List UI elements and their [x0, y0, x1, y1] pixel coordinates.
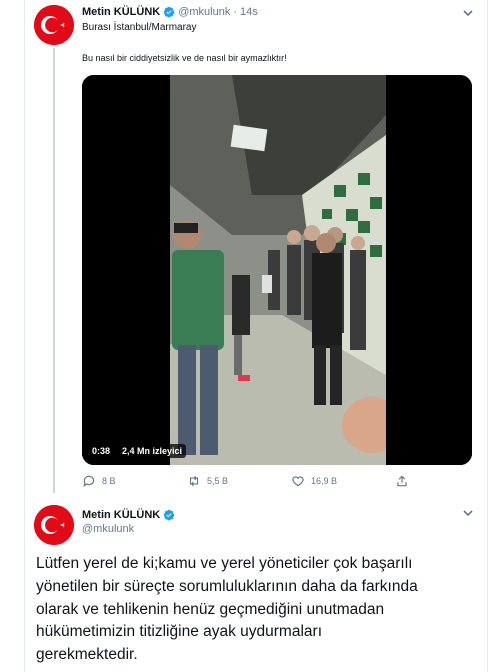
tweet-text: Lütfen yerel de ki;kamu ve yerel yönetic…: [36, 555, 418, 664]
author-name[interactable]: Metin KÜLÜNK: [82, 509, 160, 521]
tweet-author-row: Metin KÜLÜNK @mkulunk · 14s: [82, 6, 258, 18]
retweet-button[interactable]: 5,5 B: [187, 474, 228, 488]
video-view-count: 2,4 Mn izleyici: [118, 444, 187, 458]
video-meta: 0:38 2,4 Mn izleyici: [88, 444, 190, 458]
chevron-down-icon[interactable]: [462, 8, 474, 18]
tweet-text: Bu nasıl bir ciddiyetsizlik ve de nasıl …: [82, 53, 287, 63]
author-handle[interactable]: @mkulunk: [82, 523, 134, 535]
tweet-author-row: Metin KÜLÜNK: [82, 509, 175, 521]
chevron-down-icon[interactable]: [462, 508, 474, 518]
avatar[interactable]: [34, 5, 74, 45]
author-handle[interactable]: @mkulunk: [178, 6, 230, 18]
like-icon: [292, 476, 304, 487]
share-button[interactable]: [395, 474, 415, 488]
retweet-icon: [189, 475, 199, 487]
verified-badge-icon: [163, 6, 175, 18]
author-name[interactable]: Metin KÜLÜNK: [82, 6, 160, 18]
verified-badge-icon: [163, 509, 175, 521]
reply-button[interactable]: 8 B: [82, 474, 116, 488]
turkish-flag-icon: [34, 5, 74, 45]
tweet-timestamp[interactable]: 14s: [240, 6, 258, 18]
separator-dot: ·: [233, 6, 238, 18]
turkish-flag-icon: [34, 505, 74, 545]
tweet-actions: 8 B 5,5 B 16,9 B: [82, 474, 422, 490]
reply-count: 8 B: [102, 476, 116, 486]
video-player[interactable]: [82, 75, 472, 465]
reply-icon: [83, 475, 95, 488]
retweet-count: 5,5 B: [207, 476, 229, 486]
share-icon: [397, 475, 407, 487]
video-duration: 0:38: [88, 444, 115, 458]
thread-connector-line: [53, 48, 55, 493]
avatar[interactable]: [34, 505, 74, 545]
video-frame: [82, 75, 472, 465]
like-count: 16,9 B: [311, 476, 338, 486]
tweet-location-line: Burası İstanbul/Marmaray: [82, 22, 197, 33]
like-button[interactable]: 16,9 B: [291, 474, 337, 488]
